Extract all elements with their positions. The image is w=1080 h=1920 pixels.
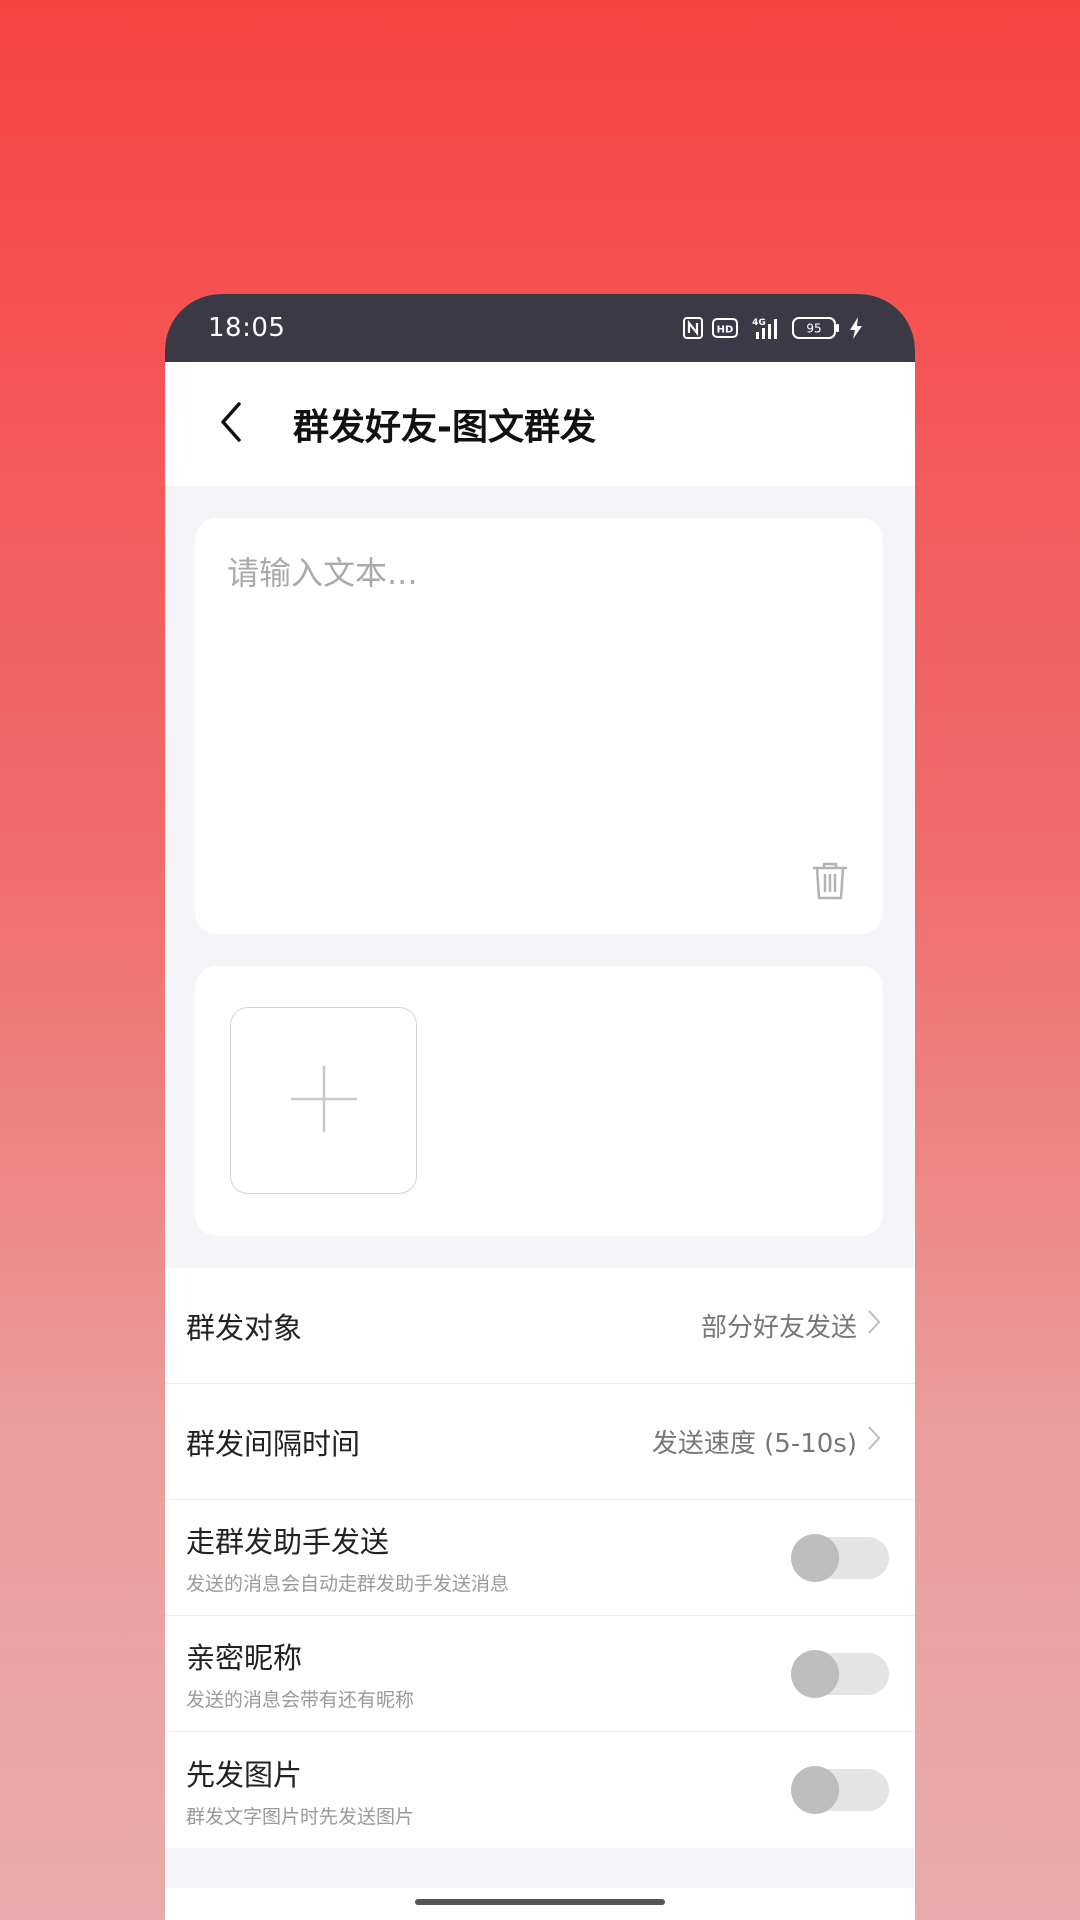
chevron-left-icon (217, 400, 245, 448)
hd-label: HD (717, 325, 734, 336)
settings-list: 群发对象 部分好友发送 群发间隔时间 发送速度 (5-10s) 走群发助手发送 … (165, 1268, 915, 1848)
nickname-toggle[interactable] (791, 1649, 889, 1698)
target-value: 部分好友发送 (700, 1313, 857, 1343)
charging-icon (849, 317, 863, 339)
toggle-knob (791, 1766, 839, 1814)
add-image-button[interactable] (230, 1007, 417, 1194)
network-label: 4G (752, 318, 766, 328)
interval-value: 发送速度 (5-10s) (651, 1429, 857, 1459)
message-input[interactable] (227, 548, 827, 848)
message-card (195, 518, 883, 934)
battery-level: 95 (806, 322, 821, 336)
toggle-knob (791, 1533, 839, 1582)
header-bar: 群发好友-图文群发 (165, 362, 915, 486)
plus-icon (289, 1064, 359, 1138)
status-time: 18:05 (208, 313, 286, 343)
page-title: 群发好友-图文群发 (293, 407, 596, 448)
home-indicator[interactable] (415, 1899, 665, 1905)
target-label: 群发对象 (186, 1310, 303, 1345)
nickname-label: 亲密昵称 (186, 1641, 303, 1675)
delete-text-button[interactable] (807, 858, 853, 904)
battery-icon: 95 (792, 317, 840, 339)
status-icons: HD 4G 95 (683, 316, 863, 340)
target-row[interactable]: 群发对象 部分好友发送 (165, 1268, 915, 1384)
target-value-group: 部分好友发送 (701, 1307, 881, 1344)
chevron-right-icon (867, 1425, 881, 1458)
chevron-right-icon (867, 1309, 881, 1342)
interval-label: 群发间隔时间 (186, 1426, 361, 1461)
assistant-text: 走群发助手发送 发送的消息会自动走群发助手发送消息 (186, 1519, 509, 1596)
assistant-label: 走群发助手发送 (186, 1525, 390, 1559)
signal-icon: 4G (747, 316, 783, 340)
image-first-desc: 群发文字图片时先发送图片 (186, 1805, 415, 1828)
status-bar: 18:05 HD 4G 95 (165, 294, 915, 362)
assistant-desc: 发送的消息会自动走群发助手发送消息 (186, 1573, 510, 1595)
phone-screen: 18:05 HD 4G 95 群发好友-图文群发 请输入文本... 群发对象 部… (165, 294, 915, 1920)
image-first-row: 先发图片 群发文字图片时先发送图片 (165, 1732, 915, 1848)
trash-icon (807, 862, 853, 908)
nfc-icon (683, 317, 703, 339)
interval-row[interactable]: 群发间隔时间 发送速度 (5-10s) (165, 1384, 915, 1500)
assistant-toggle[interactable] (791, 1533, 889, 1582)
interval-value-group: 发送速度 (5-10s) (652, 1423, 881, 1460)
image-first-toggle[interactable] (791, 1766, 889, 1814)
image-first-text: 先发图片 群发文字图片时先发送图片 (186, 1752, 414, 1829)
image-card (195, 966, 883, 1236)
nickname-row: 亲密昵称 发送的消息会带有还有昵称 (165, 1616, 915, 1732)
assistant-row: 走群发助手发送 发送的消息会自动走群发助手发送消息 (165, 1500, 915, 1616)
image-first-label: 先发图片 (186, 1757, 303, 1792)
nickname-text: 亲密昵称 发送的消息会带有还有昵称 (186, 1635, 414, 1712)
nickname-desc: 发送的消息会带有还有昵称 (186, 1689, 415, 1711)
toggle-knob (791, 1649, 839, 1698)
hd-icon: HD (712, 318, 738, 338)
back-button[interactable] (191, 384, 271, 464)
